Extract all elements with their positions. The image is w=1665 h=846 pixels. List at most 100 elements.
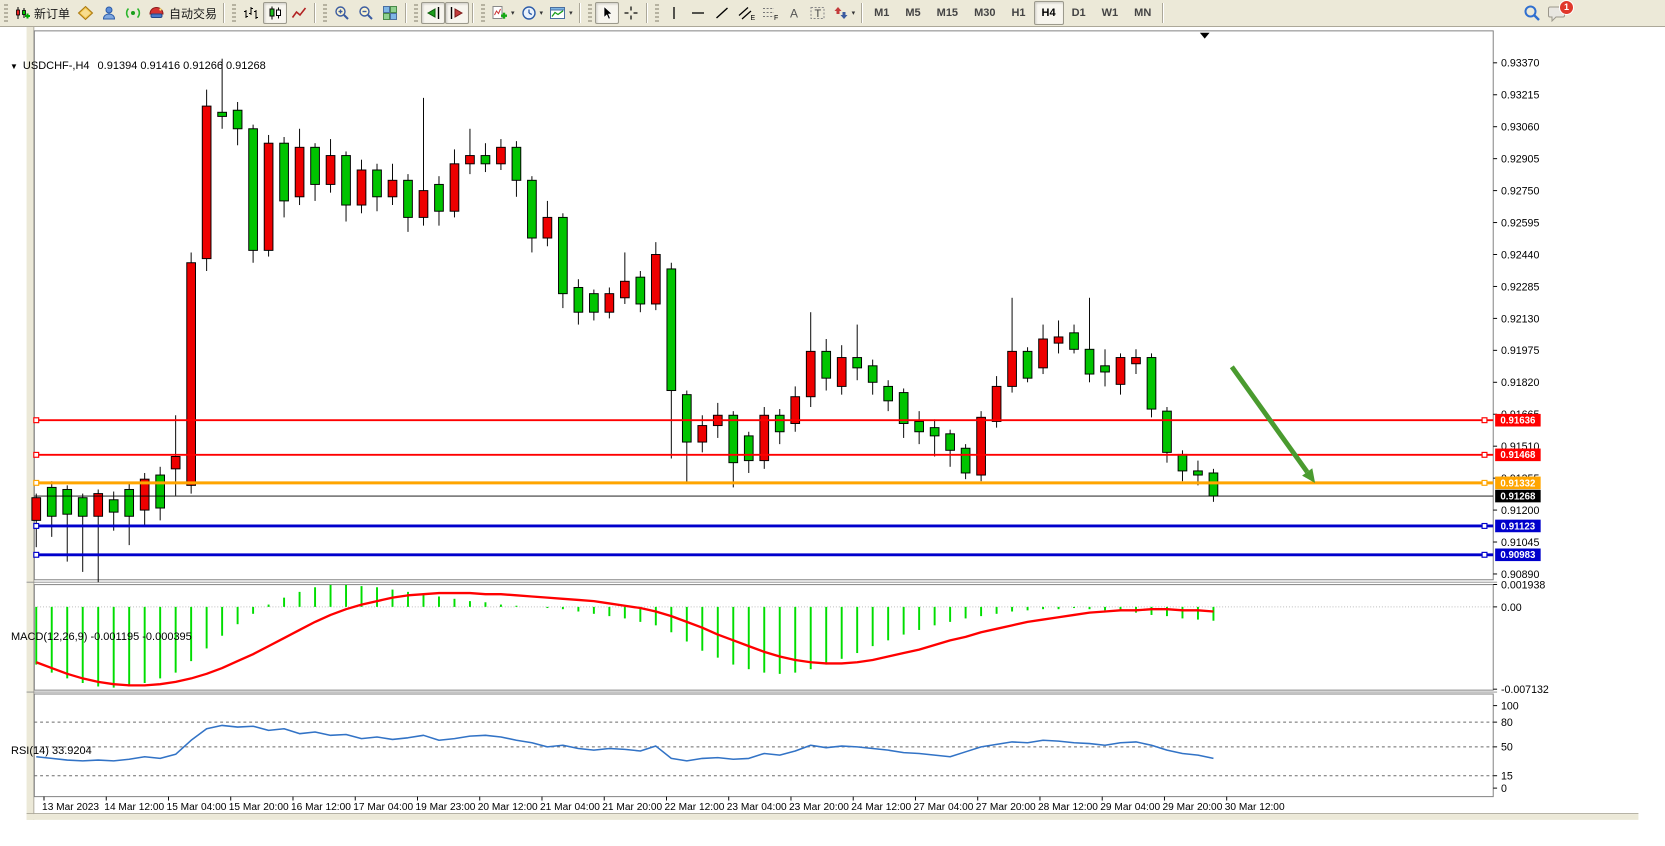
candle	[47, 487, 56, 516]
timeframe-mn-button[interactable]: MN	[1126, 1, 1159, 25]
chevron-down-icon[interactable]: ▾	[569, 9, 573, 17]
line-chart-button[interactable]	[287, 2, 311, 24]
candle	[32, 498, 41, 521]
candle	[651, 255, 660, 304]
tile-windows-button[interactable]	[378, 2, 402, 24]
candle	[915, 421, 924, 431]
text-button[interactable]: A	[782, 2, 806, 24]
line-handle[interactable]	[1482, 524, 1487, 529]
candle	[760, 415, 769, 460]
text-label-button[interactable]: T	[806, 2, 830, 24]
time-tick-label: 24 Mar 12:00	[851, 802, 911, 813]
time-tick-label: 22 Mar 12:00	[665, 802, 725, 813]
timeframe-m30-button[interactable]: M30	[966, 1, 1003, 25]
macd-tick-label: 0.001938	[1501, 579, 1545, 591]
timeframe-d1-button[interactable]: D1	[1064, 1, 1094, 25]
chevron-down-icon[interactable]: ▾	[511, 9, 515, 17]
candle-chart-button[interactable]	[263, 2, 287, 24]
line-handle[interactable]	[34, 418, 39, 423]
candle	[590, 294, 599, 313]
price-label-text: 0.91468	[1500, 450, 1536, 461]
chart-canvas[interactable]: 0.933700.932150.930600.929050.927500.925…	[0, 27, 1665, 846]
candle	[373, 170, 382, 197]
timeframe-w1-button[interactable]: W1	[1094, 1, 1127, 25]
timeframe-m5-button[interactable]: M5	[897, 1, 928, 25]
chevron-down-icon[interactable]: ▾	[540, 9, 544, 17]
candles-chart-icon	[267, 5, 283, 21]
line-handle[interactable]	[34, 452, 39, 457]
templates-button[interactable]: ▾	[546, 2, 576, 24]
auto-scroll-button[interactable]	[421, 2, 445, 24]
line-handle[interactable]	[1482, 418, 1487, 423]
signal-icon	[125, 5, 141, 21]
chart-shift-button[interactable]	[445, 2, 469, 24]
candle	[466, 156, 475, 164]
candle	[388, 180, 397, 196]
price-tick-label: 0.93370	[1501, 58, 1539, 70]
line-handle[interactable]	[1482, 480, 1487, 485]
window-bottom-edge	[27, 814, 1639, 820]
bar-chart-button[interactable]	[239, 2, 263, 24]
line-handle[interactable]	[34, 524, 39, 529]
community-button[interactable]	[73, 2, 97, 24]
chart-shift-icon	[449, 5, 465, 21]
time-tick-label: 20 Mar 12:00	[478, 802, 538, 813]
arrows-button[interactable]: ▾	[830, 2, 859, 24]
text-a-icon: A	[786, 5, 802, 21]
time-tick-label: 13 Mar 2023	[42, 802, 99, 813]
zoom-in-button[interactable]	[330, 2, 354, 24]
autotrading-button[interactable]: 自动交易	[145, 2, 220, 24]
timeframe-h1-button[interactable]: H1	[1003, 1, 1033, 25]
chevron-down-icon[interactable]: ▾	[852, 9, 856, 17]
line-handle[interactable]	[1482, 552, 1487, 557]
candle	[264, 143, 273, 250]
candle	[884, 386, 893, 400]
rsi-tick-label: 0	[1501, 783, 1507, 795]
candle	[528, 180, 537, 238]
candle	[698, 426, 707, 442]
indicators-button[interactable]: ▾	[488, 2, 518, 24]
price-tick-label: 0.92750	[1501, 185, 1539, 197]
timeframe-m1-button[interactable]: M1	[866, 1, 897, 25]
price-tick-label: 0.91200	[1501, 505, 1539, 517]
cursor-button[interactable]	[595, 2, 619, 24]
trendline-button[interactable]	[710, 2, 734, 24]
vertical-line-button[interactable]	[662, 2, 686, 24]
candle	[1023, 351, 1032, 378]
timeframe-m15-button[interactable]: M15	[929, 1, 966, 25]
search-icon	[1523, 4, 1541, 22]
crosshair-icon	[623, 5, 639, 21]
account-button[interactable]	[97, 2, 121, 24]
candle	[744, 436, 753, 461]
candle	[806, 351, 815, 396]
time-tick-label: 27 Mar 04:00	[914, 802, 974, 813]
candle	[930, 428, 939, 436]
fibonacci-button[interactable]: F	[758, 2, 782, 24]
candle	[636, 277, 645, 304]
channel-button[interactable]: E	[734, 2, 758, 24]
macd-tick-label: -0.007132	[1501, 684, 1549, 696]
candle	[295, 147, 304, 196]
line-handle[interactable]	[1482, 452, 1487, 457]
notifications-button[interactable]: 1	[1544, 2, 1569, 24]
line-handle[interactable]	[34, 552, 39, 557]
timeframe-h4-button[interactable]: H4	[1034, 1, 1064, 25]
line-handle[interactable]	[34, 480, 39, 485]
candle	[1209, 473, 1218, 496]
candle	[667, 269, 676, 391]
svg-text:F: F	[774, 15, 778, 21]
notification-badge: 1	[1559, 0, 1574, 15]
candle	[868, 366, 877, 382]
horizontal-line-button[interactable]	[686, 2, 710, 24]
periods-button[interactable]: ▾	[518, 2, 547, 24]
time-tick-label: 16 Mar 12:00	[291, 802, 351, 813]
crosshair-button[interactable]	[619, 2, 643, 24]
chart-window[interactable]: 0.933700.932150.930600.929050.927500.925…	[0, 27, 1665, 846]
signals-button[interactable]	[121, 2, 145, 24]
autotrading-button-label: 自动交易	[169, 5, 217, 22]
zoom-out-button[interactable]	[354, 2, 378, 24]
time-tick-label: 27 Mar 20:00	[976, 802, 1036, 813]
new-order-button[interactable]: 新订单	[11, 2, 73, 24]
search-button[interactable]	[1520, 2, 1544, 24]
price-label-text: 0.90983	[1500, 550, 1536, 561]
